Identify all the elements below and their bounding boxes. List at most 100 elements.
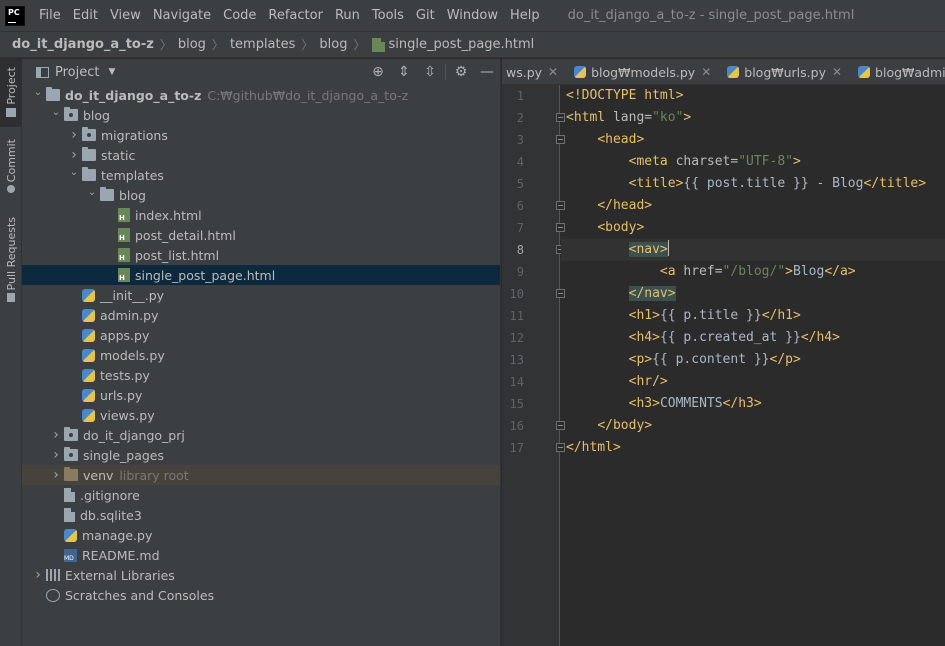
code-editor[interactable]: 1 2 3 4 5 6 7 8 9 10 11 12 13 14 15 16 17 <!DOCTYPE html… xyxy=(502,85,945,646)
html-file-icon xyxy=(118,208,130,222)
tree-item[interactable]: ⌄ do_it_django_a_to-z C:₩github₩do_it_djan… xyxy=(22,85,500,105)
fold-marker-icon[interactable] xyxy=(556,421,565,430)
menu-help[interactable]: Help xyxy=(504,0,546,31)
menu-refactor[interactable]: Refactor xyxy=(262,0,329,31)
line-number: 2 xyxy=(516,111,524,125)
close-icon[interactable]: ✕ xyxy=(548,65,558,79)
tree-item[interactable]: ⌄ blog xyxy=(22,185,500,205)
tree-item-label: do_it_django_prj xyxy=(83,427,185,443)
tool-tab-label: Project xyxy=(4,67,18,105)
tree-item[interactable]: ⌄ templates xyxy=(22,165,500,185)
chevron-right-icon[interactable]: › xyxy=(30,567,46,583)
menu-git[interactable]: Git xyxy=(410,0,441,31)
fold-marker-icon[interactable] xyxy=(556,443,565,452)
menu-view[interactable]: View xyxy=(104,0,147,31)
menu-code[interactable]: Code xyxy=(217,0,262,31)
chevron-right-icon[interactable]: › xyxy=(66,147,82,163)
breadcrumb-item-blog[interactable]: blog xyxy=(178,37,206,52)
editor-tab[interactable]: ws.py ✕ xyxy=(502,59,566,84)
code-area[interactable]: <!DOCTYPE html> <html lang="ko"> <head> <… xyxy=(566,85,945,459)
package-folder-icon xyxy=(64,107,78,121)
breadcrumb-item-blog-sub[interactable]: blog xyxy=(319,37,347,52)
tree-item[interactable]: › migrations xyxy=(22,125,500,145)
tree-item[interactable]: views.py xyxy=(22,405,500,425)
menu-run[interactable]: Run xyxy=(329,0,366,31)
tool-tab-project[interactable]: Project xyxy=(0,59,22,127)
tree-item[interactable]: › venv library root xyxy=(22,465,500,485)
chevron-right-icon[interactable]: › xyxy=(66,127,82,143)
menu-tools[interactable]: Tools xyxy=(366,0,410,31)
code-token: <!DOCTYPE html> xyxy=(566,88,684,103)
project-panel-title[interactable]: Project xyxy=(55,65,99,80)
chevron-right-icon[interactable]: › xyxy=(48,447,64,463)
collapse-all-icon[interactable]: ⇳ xyxy=(417,64,443,80)
tree-item[interactable]: manage.py xyxy=(22,525,500,545)
fold-marker-icon[interactable] xyxy=(556,113,565,122)
tree-item[interactable]: › single_pages xyxy=(22,445,500,465)
tree-item[interactable]: models.py xyxy=(22,345,500,365)
folder-icon xyxy=(64,467,78,481)
editor-tab[interactable]: blog₩admin.py✕ xyxy=(850,59,945,84)
tool-tab-pull-requests[interactable]: Pull Requests xyxy=(0,215,22,315)
editor-tab[interactable]: blog₩models.py ✕ xyxy=(566,59,719,84)
chevron-down-icon[interactable]: ⌄ xyxy=(66,167,82,178)
tree-item[interactable]: README.md xyxy=(22,545,500,565)
menu-file[interactable]: File xyxy=(33,0,67,31)
tree-item-hint: C:₩github₩do_it_django_a_to-z xyxy=(207,87,409,103)
tree-item[interactable]: admin.py xyxy=(22,305,500,325)
tree-item[interactable]: db.sqlite3 xyxy=(22,505,500,525)
chevron-down-icon[interactable]: ⌄ xyxy=(30,87,46,98)
tree-item[interactable]: › do_it_django_prj xyxy=(22,425,500,445)
breadcrumb-item-file[interactable]: single_post_page.html xyxy=(389,37,535,52)
locate-icon[interactable]: ⊕ xyxy=(365,64,391,80)
code-line: <a href="/blog/">Blog</a> xyxy=(566,261,945,283)
fold-marker-icon[interactable] xyxy=(556,135,565,144)
minimize-icon[interactable]: — xyxy=(474,64,500,80)
close-icon[interactable]: ✕ xyxy=(832,65,842,79)
chevron-right-icon: 〉 xyxy=(211,38,224,52)
fold-marker-icon[interactable] xyxy=(556,289,565,298)
tree-item-label: urls.py xyxy=(100,387,143,403)
tree-item-label: do_it_django_a_to-z xyxy=(65,87,202,103)
tree-item[interactable]: index.html xyxy=(22,205,500,225)
editor-tab-bar: ws.py ✕ blog₩models.py ✕ blog₩urls.py ✕ blog₩a… xyxy=(502,59,945,85)
tree-item[interactable]: Scratches and Consoles xyxy=(22,585,500,605)
fold-marker-icon[interactable] xyxy=(556,223,565,232)
chevron-down-icon[interactable]: ⌄ xyxy=(48,107,64,118)
tree-item[interactable]: urls.py xyxy=(22,385,500,405)
chevron-right-icon[interactable]: › xyxy=(48,467,64,483)
project-panel-header: Project ▼ ⊕ ⇕ ⇳ ⚙ — xyxy=(22,59,500,85)
python-file-icon xyxy=(82,348,95,362)
tree-item[interactable]: .gitignore xyxy=(22,485,500,505)
tree-item[interactable]: ⌄ blog xyxy=(22,105,500,125)
tree-item[interactable]: tests.py xyxy=(22,365,500,385)
fold-marker-icon[interactable] xyxy=(556,201,565,210)
chevron-down-icon[interactable]: ▼ xyxy=(108,67,115,77)
gear-icon[interactable]: ⚙ xyxy=(448,64,474,80)
code-line: <h3>COMMENTS</h3> xyxy=(566,393,945,415)
tool-tab-commit[interactable]: Commit xyxy=(0,137,22,207)
tree-item[interactable]: __init__.py xyxy=(22,285,500,305)
pycharm-logo-icon[interactable]: PC xyxy=(5,5,25,26)
menu-bar: PC File Edit View Navigate Code Refactor… xyxy=(0,0,945,31)
tree-item[interactable]: post_detail.html xyxy=(22,225,500,245)
expand-all-icon[interactable]: ⇕ xyxy=(391,64,417,80)
tree-item[interactable]: › static xyxy=(22,145,500,165)
close-icon[interactable]: ✕ xyxy=(701,65,711,79)
breadcrumb-item-templates[interactable]: templates xyxy=(230,37,295,52)
chevron-down-icon[interactable]: ⌄ xyxy=(84,187,100,198)
tree-item[interactable]: single_post_page.html xyxy=(22,265,500,285)
tree-item[interactable]: apps.py xyxy=(22,325,500,345)
breadcrumb-item-project[interactable]: do_it_django_a_to-z xyxy=(12,37,154,52)
editor-tab[interactable]: blog₩urls.py ✕ xyxy=(719,59,850,84)
menu-navigate[interactable]: Navigate xyxy=(147,0,217,31)
tree-item[interactable]: › External Libraries xyxy=(22,565,500,585)
chevron-right-icon[interactable]: › xyxy=(48,427,64,443)
menu-window[interactable]: Window xyxy=(441,0,504,31)
tree-item[interactable]: post_list.html xyxy=(22,245,500,265)
menu-edit[interactable]: Edit xyxy=(67,0,104,31)
tree-item-label: tests.py xyxy=(100,367,150,383)
